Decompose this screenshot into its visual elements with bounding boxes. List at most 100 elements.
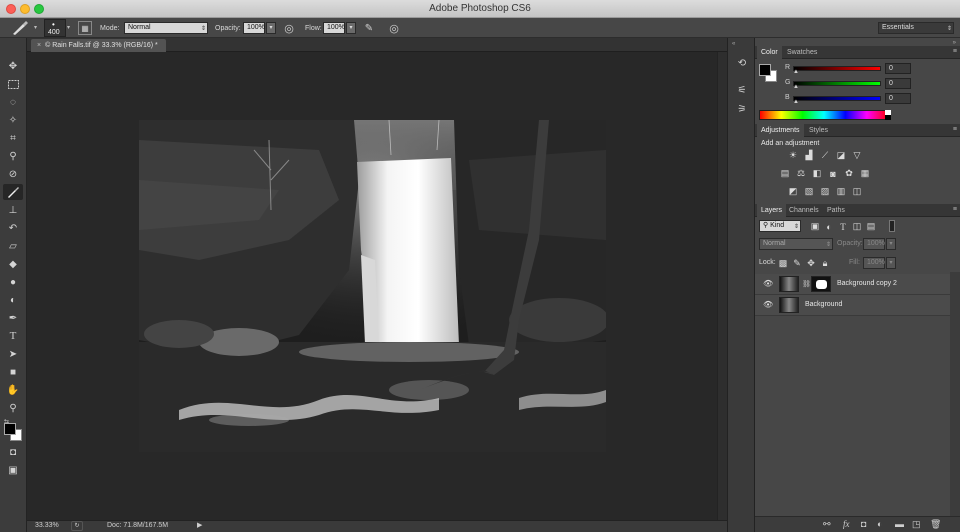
brush-panel-toggle-icon[interactable]: ▦ [78,21,92,35]
collapse-arrows-icon[interactable]: « [732,41,735,47]
status-menu-arrow-icon[interactable]: ▶ [197,521,202,529]
path-selection-tool-icon[interactable]: ➤ [3,346,23,362]
lock-transparency-icon[interactable]: ▩ [777,258,789,269]
lock-all-icon[interactable]: 🔒︎ [819,258,831,269]
clone-source-icon[interactable]: ⚞ [734,102,750,116]
pen-tool-icon[interactable]: ✒ [3,310,23,326]
brush-presets-icon[interactable]: ⚟ [734,83,750,97]
eye-visibility-icon[interactable]: 👁︎ [763,300,773,309]
quick-selection-tool-icon[interactable]: ✧ [3,112,23,128]
link-icon[interactable]: ⛓ [802,280,811,288]
blue-slider-track[interactable] [793,96,881,101]
crop-tool-icon[interactable]: ⌗ [3,130,23,146]
tab-swatches[interactable]: Swatches [783,46,821,59]
layer-mask-thumbnail[interactable] [811,276,831,292]
eye-visibility-icon[interactable]: 👁︎ [763,279,773,288]
paint-bucket-tool-icon[interactable]: ◆ [3,256,23,272]
panel-menu-icon[interactable]: ≡ [953,206,957,213]
tab-styles[interactable]: Styles [805,124,832,137]
color-spectrum-bar[interactable] [759,110,889,120]
black-white-icon[interactable]: ◧ [811,168,823,179]
color-balance-icon[interactable]: ⚖ [795,168,807,179]
opacity-field[interactable]: 100% [243,22,265,34]
tab-channels[interactable]: Channels [785,204,823,217]
opacity-dropdown-icon[interactable]: ▾ [266,22,276,34]
foreground-color-swatch[interactable] [4,423,16,435]
new-group-icon[interactable]: ▬ [895,519,904,529]
selective-color-icon[interactable]: ◫ [851,186,863,197]
eraser-tool-icon[interactable]: ▱ [3,238,23,254]
layer-opacity-field[interactable]: 100% [863,238,885,250]
curves-icon[interactable]: ⟋ [819,150,831,161]
lasso-tool-icon[interactable]: ◌ [3,94,23,110]
brightness-contrast-icon[interactable]: ☀ [787,150,799,161]
filter-pixel-icon[interactable]: ▣ [809,221,821,232]
layer-style-icon[interactable]: fx [843,519,850,529]
chevron-down-icon[interactable]: ▾ [34,24,37,31]
green-slider-track[interactable] [793,81,881,86]
tab-paths[interactable]: Paths [823,204,849,217]
trash-icon[interactable]: 🗑︎ [930,519,941,530]
levels-icon[interactable]: ▟ [803,150,815,161]
dodge-tool-icon[interactable]: ◐ [3,292,23,308]
rectangle-tool-icon[interactable]: ■ [3,364,23,380]
blue-slider[interactable]: B ▲ 0 [785,93,955,105]
filter-shape-icon[interactable]: ◫ [851,221,863,232]
zoom-level[interactable]: 33.33% [35,522,59,529]
layer-filter-select[interactable]: ⚲ Kind ⇕ [759,220,801,232]
history-brush-tool-icon[interactable]: ↶ [3,220,23,236]
document-tab[interactable]: × © Rain Falls.tif @ 33.3% (RGB/16) * [31,39,166,52]
canvas-area[interactable] [27,52,727,520]
color-foreground-swatch[interactable] [759,64,771,76]
lock-pixels-icon[interactable]: ✎ [791,258,803,269]
pressure-opacity-icon[interactable]: ◎ [281,20,297,36]
blur-tool-icon[interactable]: ● [3,274,23,290]
brush-size-picker[interactable]: • 400 [44,19,66,37]
layer-opacity-dropdown-icon[interactable]: ▾ [886,238,896,250]
lock-position-icon[interactable]: ✥ [805,258,817,269]
workspace-select[interactable]: Essentials ⇕ [878,22,954,34]
close-tab-icon[interactable]: × [37,42,41,49]
vibrance-icon[interactable]: ▽ [851,150,863,161]
new-adjustment-layer-icon[interactable]: ◐ [877,519,882,529]
type-tool-icon[interactable]: T [3,328,23,344]
pressure-size-icon[interactable]: ◎ [386,20,402,36]
layer-row[interactable]: 👁︎ Background [755,295,950,316]
quick-mask-icon[interactable]: ◘ [3,444,23,460]
new-layer-icon[interactable]: ◳ [912,519,921,530]
posterize-icon[interactable]: ▧ [803,186,815,197]
threshold-icon[interactable]: ▨ [819,186,831,197]
history-panel-icon[interactable]: ⟲ [734,56,750,70]
photo-filter-icon[interactable]: ◙ [827,168,839,179]
tab-color[interactable]: Color [757,46,782,59]
panel-menu-icon[interactable]: ≡ [953,126,957,133]
layer-row[interactable]: 👁︎ ⛓ Background copy 2 [755,274,950,295]
brush-tool-preset-icon[interactable] [8,20,32,36]
channel-mixer-icon[interactable]: ✿ [843,168,855,179]
blend-mode-select[interactable]: Normal ⇕ [759,238,833,250]
clone-stamp-tool-icon[interactable]: ⊥ [3,202,23,218]
airbrush-icon[interactable]: ✎ [361,20,377,36]
spot-healing-tool-icon[interactable]: ⊘ [3,166,23,182]
tab-layers[interactable]: Layers [757,204,787,217]
filter-type-icon[interactable]: T [837,221,849,232]
mode-select[interactable]: Normal ⇕ [124,22,208,34]
hand-tool-icon[interactable]: ✋ [3,382,23,398]
red-value-field[interactable]: 0 [885,63,911,74]
eyedropper-tool-icon[interactable]: ⚲ [3,148,23,164]
zoom-tool-icon[interactable]: ⚲ [3,400,23,416]
invert-icon[interactable]: ◩ [787,186,799,197]
red-slider-track[interactable] [793,66,881,71]
link-layers-icon[interactable]: ⚯ [823,519,831,530]
vertical-scrollbar[interactable] [717,52,727,520]
brush-tool-icon[interactable] [3,184,23,200]
red-slider[interactable]: R ▲ 0 [785,63,955,75]
flow-field[interactable]: 100% [323,22,345,34]
color-lookup-icon[interactable]: ▦ [859,168,871,179]
filter-toggle[interactable] [889,220,895,232]
share-icon[interactable]: ↻ [71,521,83,531]
move-tool-icon[interactable]: ✥ [3,58,23,74]
gradient-map-icon[interactable]: ▥ [835,186,847,197]
black-white-chip[interactable] [885,110,891,120]
hue-saturation-icon[interactable]: ▤ [779,168,791,179]
